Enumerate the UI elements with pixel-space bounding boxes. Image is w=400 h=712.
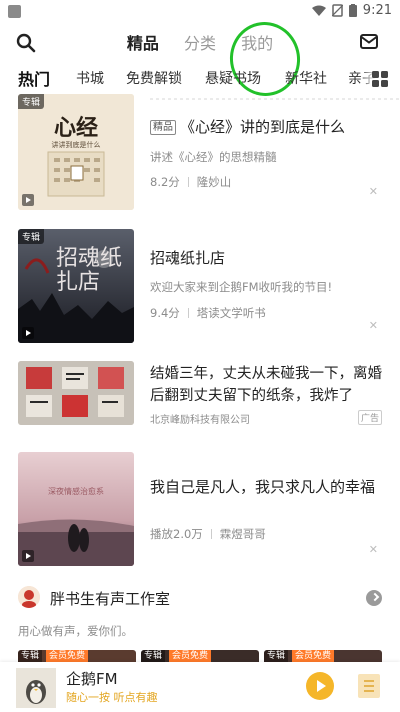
premium-tag: 精品 — [150, 120, 176, 135]
album-cover[interactable]: 心经 讲讲到底是什么 专辑 — [18, 94, 134, 210]
list-item[interactable]: 深夜情感治愈系 我自己是凡人，我只求凡人的幸福 播放2.0万 霖煜哥哥 ✕ — [0, 452, 400, 568]
status-bar: 9:21 — [0, 0, 400, 24]
studio-header[interactable]: 胖书生有声工作室 — [0, 584, 400, 614]
item-plays: 播放2.0万 — [150, 527, 203, 541]
studio-name: 胖书生有声工作室 — [50, 590, 171, 608]
ad-item[interactable]: 结婚三年，丈夫从未碰我一下，离婚后翻到丈夫留下的纸条，我炸了 北京峰励科技有限公… — [0, 361, 400, 429]
cover-title: 招魂纸扎店 — [56, 246, 123, 295]
play-icon — [22, 550, 34, 562]
chevron-right-icon[interactable] — [366, 590, 382, 606]
item-score: 8.2分 — [150, 175, 180, 189]
no-sim-icon — [331, 4, 343, 17]
studio-desc: 用心做有声，爱你们。 — [18, 624, 133, 638]
strip-badge: 专辑 — [264, 650, 289, 662]
strip-member-tag: 会员免费 — [169, 650, 212, 662]
ad-title: 结婚三年，丈夫从未碰我一下，离婚后翻到丈夫留下的纸条，我炸了 — [150, 366, 382, 404]
cover-art — [18, 452, 134, 566]
ad-label: 广告 — [357, 410, 382, 425]
cover-subtitle: 讲讲到底是什么 — [51, 141, 101, 149]
item-meta: 8.2分 隆妙山 — [150, 174, 231, 190]
player-subtitle: 随心一按 听点有趣 — [66, 691, 158, 704]
item-title-text: 《心经》讲的到底是什么 — [180, 118, 346, 136]
album-badge: 专辑 — [18, 94, 45, 109]
top-header: 精品 分类 我的 — [0, 24, 400, 62]
strip-badge: 专辑 — [141, 650, 166, 662]
category-xuanyi[interactable]: 悬疑书场 — [205, 68, 261, 88]
studio-avatar — [18, 586, 40, 608]
dismiss-icon[interactable]: ✕ — [369, 185, 378, 198]
play-icon — [22, 194, 34, 206]
category-mianfei[interactable]: 免费解锁 — [126, 68, 182, 88]
category-remen[interactable]: 热门 — [18, 66, 50, 90]
strip-member-tag: 会员免费 — [292, 650, 335, 662]
list-item[interactable]: 招魂纸扎店 专辑 招魂纸扎店 欢迎大家来到企鹅FM收听我的节目! 9.4分 塔读文… — [0, 229, 400, 345]
tab-fenlei[interactable]: 分类 — [184, 30, 216, 54]
play-button[interactable] — [306, 672, 334, 700]
dismiss-icon[interactable]: ✕ — [369, 319, 378, 332]
grid-menu-icon[interactable] — [372, 71, 388, 87]
album-cover[interactable]: 招魂纸扎店 专辑 — [18, 229, 134, 343]
item-title: 我自己是凡人，我只求凡人的幸福 — [150, 478, 376, 496]
strip-badge: 专辑 — [18, 650, 43, 662]
album-badge: 专辑 — [18, 229, 45, 244]
cover-text: 深夜情感治愈系 — [48, 487, 104, 496]
item-title: 精品 《心经》讲的到底是什么 — [150, 116, 382, 138]
ad-advertiser: 北京峰励科技有限公司 — [150, 415, 250, 426]
album-strip[interactable]: 专辑 会员免费 — [264, 650, 382, 662]
item-author: 隆妙山 — [196, 175, 232, 189]
tab-jingpin[interactable]: 精品 — [127, 30, 159, 54]
strip-member-tag: 会员免费 — [46, 650, 89, 662]
category-shucheng[interactable]: 书城 — [76, 68, 104, 88]
battery-icon — [348, 4, 357, 17]
ad-image[interactable] — [18, 361, 134, 425]
album-strip[interactable]: 专辑 会员免费 — [18, 650, 136, 662]
album-cover[interactable]: 深夜情感治愈系 — [18, 452, 134, 566]
list-item[interactable]: 心经 讲讲到底是什么 专辑 精品 《心经》讲的到底是什么 讲述《心经》的思想精髓 … — [0, 94, 400, 212]
item-score: 9.4分 — [150, 306, 180, 320]
item-meta: 9.4分 塔读文学听书 — [150, 305, 266, 321]
play-icon — [22, 327, 34, 339]
mail-icon[interactable] — [360, 34, 378, 49]
notification-icon — [8, 5, 21, 18]
cover-title: 心经 — [53, 115, 98, 141]
clock: 9:21 — [362, 3, 392, 18]
ad-art — [18, 361, 134, 425]
player-title: 企鹅FM — [66, 670, 118, 688]
player-thumbnail[interactable] — [16, 668, 56, 708]
category-xinhuashe[interactable]: 新华社 — [285, 68, 327, 88]
wifi-icon — [311, 5, 326, 16]
top-tabs: 精品 分类 我的 — [0, 30, 400, 54]
playlist-icon[interactable] — [358, 674, 380, 698]
dismiss-icon[interactable]: ✕ — [369, 543, 378, 556]
item-meta: 播放2.0万 霖煜哥哥 — [150, 526, 266, 542]
item-author: 霖煜哥哥 — [219, 527, 266, 541]
item-author: 塔读文学听书 — [196, 306, 266, 320]
album-strip[interactable]: 专辑 会员免费 — [141, 650, 259, 662]
item-desc: 欢迎大家来到企鹅FM收听我的节目! — [150, 280, 333, 294]
category-tabs: 热门 书城 免费解锁 悬疑书场 新华社 亲子 — [0, 66, 400, 92]
item-desc: 讲述《心经》的思想精髓 — [150, 150, 277, 164]
mini-player[interactable]: 企鹅FM 随心一按 听点有趣 — [0, 662, 400, 712]
item-title: 招魂纸扎店 — [150, 249, 226, 267]
